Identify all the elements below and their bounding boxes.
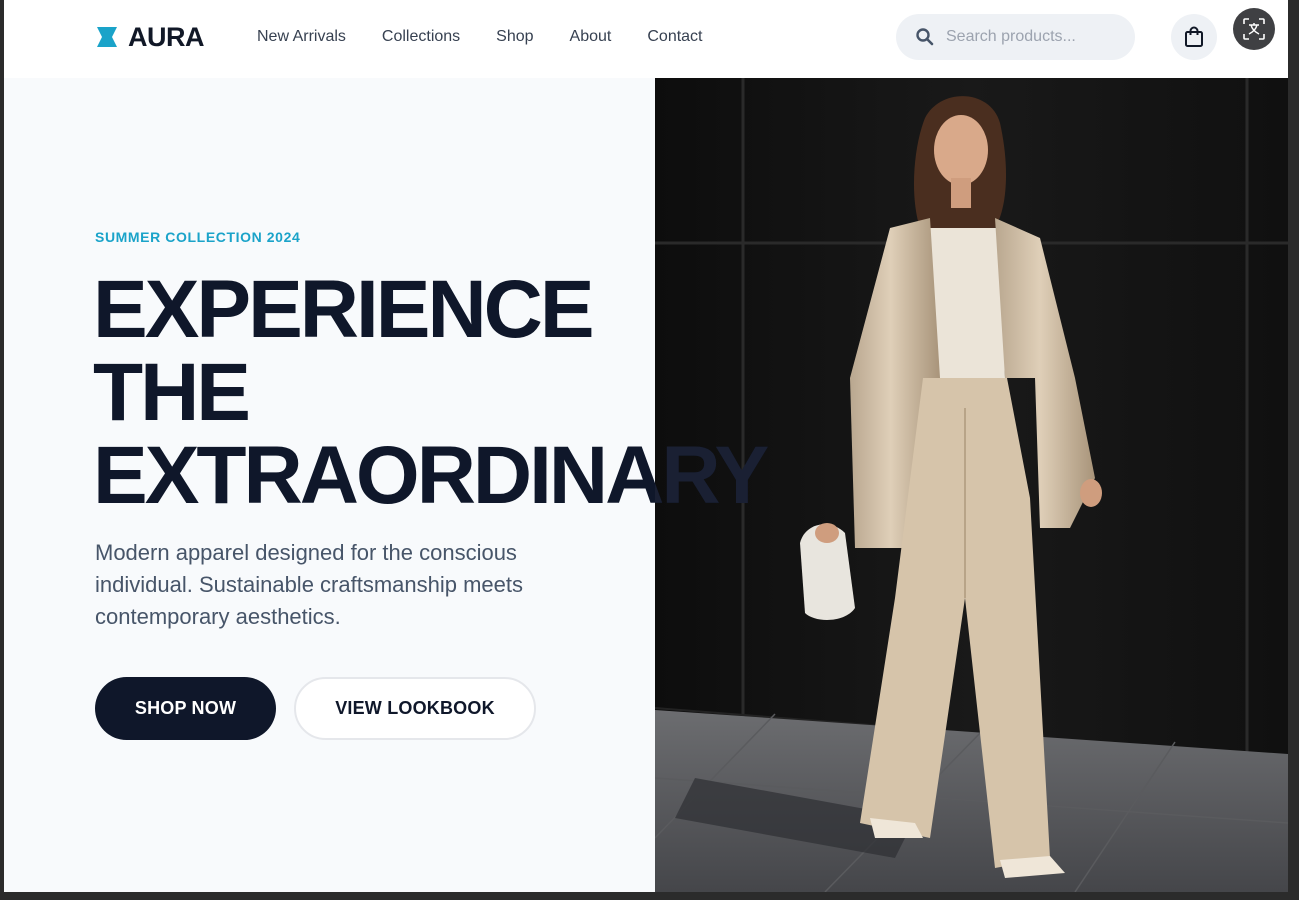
search-bar [896,14,1135,60]
nav-item-about[interactable]: About [570,26,612,48]
search-input[interactable] [946,24,1116,50]
hero-eyebrow: SUMMER COLLECTION 2024 [95,229,301,245]
hero-headline: EXPERIENCE THE EXTRAORDINARY [93,268,793,517]
site-header: AURA New Arrivals Collections Shop About… [4,0,1288,78]
headline-line-1: EXPERIENCE [93,264,595,355]
search-icon[interactable] [915,27,935,47]
nav-item-new-arrivals[interactable]: New Arrivals [257,26,346,48]
logo-mark-icon [97,27,117,47]
window-bottom-edge [0,892,1299,900]
translate-icon [1243,18,1265,40]
page: AURA New Arrivals Collections Shop About… [4,0,1288,892]
cart-button[interactable] [1171,14,1217,60]
shop-now-button[interactable]: SHOP NOW [95,677,276,740]
hero-description: Modern apparel designed for the consciou… [95,540,524,629]
view-lookbook-button[interactable]: VIEW LOOKBOOK [294,677,536,740]
main-nav: New Arrivals Collections Shop About Cont… [257,26,739,48]
headline-line-3: EXTRAORDINARY [93,430,769,521]
shopping-bag-icon [1185,26,1203,47]
brand-name: AURA [128,21,205,52]
nav-item-contact[interactable]: Contact [647,26,702,48]
brand-logo[interactable]: AURA [96,21,205,52]
translate-button[interactable] [1233,8,1275,50]
nav-item-collections[interactable]: Collections [382,26,460,48]
nav-item-shop[interactable]: Shop [496,26,533,48]
headline-line-2: THE [93,347,251,438]
window-edge [1288,0,1299,900]
